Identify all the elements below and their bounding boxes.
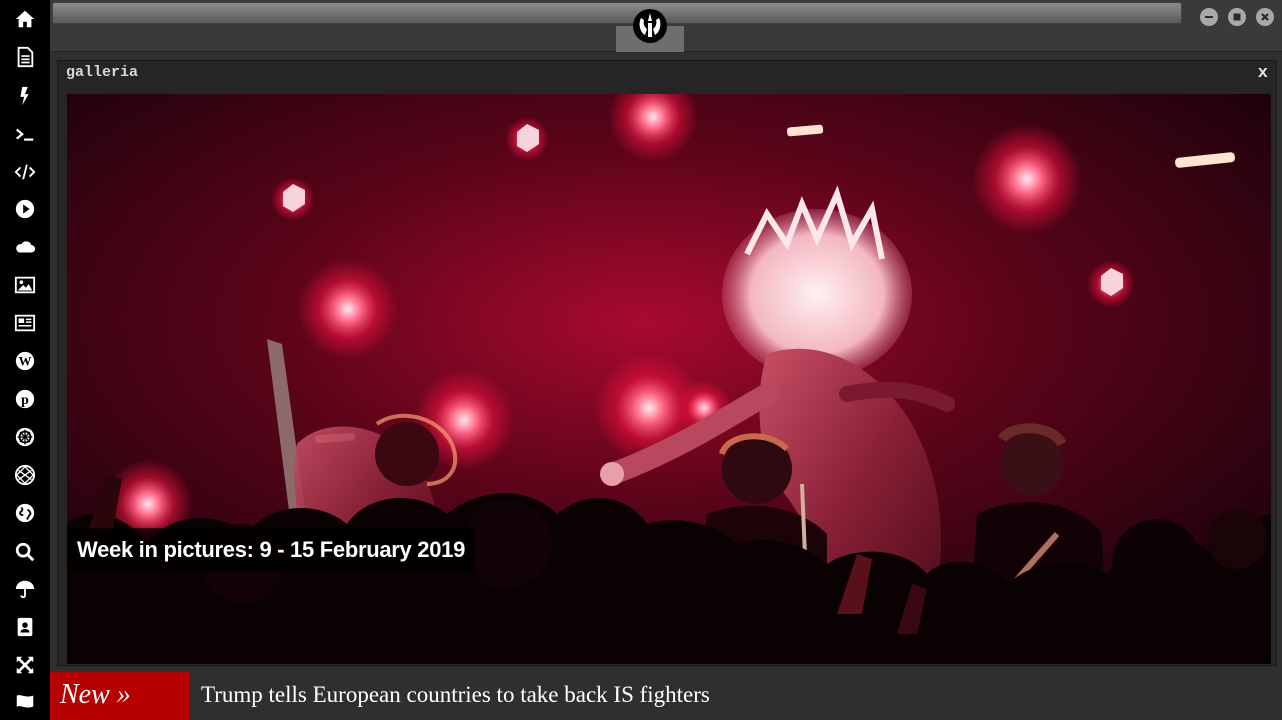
image-icon[interactable] — [13, 273, 37, 297]
news-ticker: New » Trump tells European countries to … — [50, 672, 1282, 720]
rebel-icon[interactable] — [13, 425, 37, 449]
svg-text:W: W — [19, 355, 32, 369]
wordpress-icon[interactable]: W — [13, 349, 37, 373]
gallery-panel: galleria x Week in pictures: 9 - 15 Febr… — [57, 60, 1277, 666]
pinterest-icon[interactable]: p — [13, 387, 37, 411]
close-icon[interactable] — [1256, 8, 1274, 26]
lightning-icon[interactable] — [13, 84, 37, 108]
svg-text:p: p — [21, 392, 29, 407]
panel-close-button[interactable]: x — [1258, 64, 1268, 83]
globe-icon[interactable] — [13, 501, 37, 525]
code-icon[interactable] — [13, 160, 37, 184]
newspaper-icon[interactable] — [13, 311, 37, 335]
rebel-alliance-logo — [632, 8, 668, 44]
photo-caption: Week in pictures: 9 - 15 February 2019 — [67, 528, 476, 572]
terminal-icon[interactable] — [13, 123, 37, 147]
top-bar — [50, 0, 1282, 52]
play-icon[interactable] — [13, 197, 37, 221]
expand-icon[interactable] — [13, 653, 37, 677]
cloud-icon[interactable] — [13, 235, 37, 259]
panel-title: galleria — [66, 64, 139, 81]
ticker-badge: New » — [50, 672, 190, 720]
document-icon[interactable] — [13, 45, 37, 69]
maximize-icon[interactable] — [1228, 8, 1246, 26]
ticker-headline[interactable]: Trump tells European countries to take b… — [201, 672, 710, 720]
minimize-icon[interactable] — [1200, 8, 1218, 26]
home-icon[interactable] — [13, 7, 37, 31]
flag-icon[interactable] — [13, 690, 37, 714]
sidebar: W p — [0, 0, 50, 720]
empire-icon[interactable] — [13, 463, 37, 487]
address-bar[interactable] — [52, 2, 1182, 24]
umbrella-icon[interactable] — [13, 577, 37, 601]
gallery-photo[interactable] — [67, 94, 1271, 664]
contact-icon[interactable] — [13, 615, 37, 639]
search-icon[interactable] — [13, 540, 37, 564]
